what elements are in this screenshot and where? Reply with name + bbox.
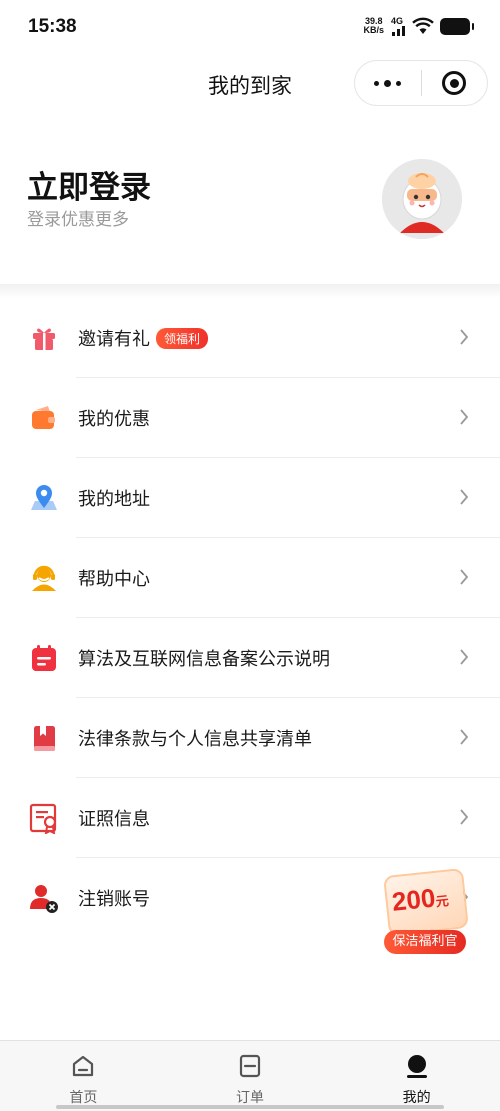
status-time: 15:38	[28, 16, 77, 37]
tab-home[interactable]: 首页	[0, 1041, 167, 1111]
home-indicator	[56, 1105, 167, 1109]
coupon-amount-value: 200	[390, 882, 437, 917]
menu-item-legal-terms[interactable]: 法律条款与个人信息共享清单	[0, 698, 500, 778]
wifi-icon	[412, 17, 434, 34]
coupon-amount: 200元	[391, 881, 450, 918]
coupon-tag: 保洁福利官	[384, 930, 466, 954]
menu-item-label: 法律条款与个人信息共享清单	[78, 729, 312, 750]
chevron-right-icon	[460, 569, 469, 585]
home-icon	[73, 1055, 94, 1077]
more-dots-icon[interactable]	[355, 61, 421, 105]
support-agent-icon	[32, 565, 56, 591]
avatar[interactable]	[382, 159, 462, 239]
gift-icon	[33, 328, 55, 350]
battery-icon	[440, 17, 474, 35]
user-remove-icon	[30, 885, 58, 913]
menu-item-label: 我的优惠	[78, 409, 150, 430]
menu-item-invite[interactable]: 邀请有礼 领福利	[0, 298, 500, 378]
network-speed-unit: KB/s	[363, 25, 384, 35]
menu-item-help-center[interactable]: 帮助中心	[0, 538, 500, 618]
chevron-right-icon	[460, 409, 469, 425]
menu-list: 邀请有礼 领福利 我的优惠 我的地址 帮助中心 算法及互联网信息备案公示说明 法…	[0, 298, 500, 938]
network-speed: 39.8 KB/s	[363, 17, 384, 35]
tab-label: 我的	[402, 1090, 431, 1106]
menu-item-coupons[interactable]: 我的优惠	[0, 378, 500, 458]
book-icon	[34, 726, 55, 751]
welfare-badge: 领福利	[156, 328, 209, 349]
menu-item-address[interactable]: 我的地址	[0, 458, 500, 538]
menu-item-label: 邀请有礼 领福利	[78, 325, 209, 351]
target-icon[interactable]	[422, 61, 488, 105]
chevron-right-icon	[460, 329, 469, 345]
menu-item-label: 算法及互联网信息备案公示说明	[78, 649, 330, 670]
navigation-header: 我的到家	[0, 56, 500, 112]
mini-program-capsule	[354, 60, 488, 106]
menu-item-algorithm-filing[interactable]: 算法及互联网信息备案公示说明	[0, 618, 500, 698]
tab-label: 订单	[236, 1090, 264, 1106]
chevron-right-icon	[460, 489, 469, 505]
profile-icon	[406, 1055, 427, 1078]
chevron-right-icon	[460, 809, 469, 825]
chevron-right-icon	[460, 649, 469, 665]
order-icon	[239, 1054, 261, 1078]
mascot-avatar-icon	[382, 159, 462, 239]
menu-item-label: 我的地址	[78, 489, 150, 510]
home-indicator	[333, 1105, 445, 1109]
section-separator	[0, 284, 500, 298]
page: 15:38 39.8 KB/s 4G 我的到家 立即登录 登录优惠更多 邀请有礼…	[0, 0, 500, 1111]
bottom-tab-bar: 首页 订单 我的	[0, 1040, 500, 1111]
menu-item-label: 注销账号	[78, 889, 150, 910]
status-bar: 15:38 39.8 KB/s 4G	[0, 0, 500, 56]
menu-item-text: 邀请有礼	[78, 329, 150, 350]
location-icon	[31, 485, 57, 510]
menu-item-label: 证照信息	[78, 809, 150, 830]
coupon-amount-unit: 元	[434, 893, 450, 910]
tab-label: 首页	[69, 1090, 98, 1106]
network-type: 4G	[391, 16, 404, 26]
login-button[interactable]: 立即登录	[27, 162, 151, 207]
menu-item-license-info[interactable]: 证照信息	[0, 778, 500, 858]
menu-item-label: 帮助中心	[78, 569, 150, 590]
cellular-signal-icon: 4G	[390, 16, 406, 36]
tab-orders[interactable]: 订单	[166, 1041, 334, 1111]
chevron-right-icon	[460, 729, 469, 745]
calendar-icon	[32, 645, 56, 671]
wallet-icon	[32, 406, 55, 429]
profile-section: 立即登录 登录优惠更多	[0, 112, 500, 284]
tab-profile[interactable]: 我的	[333, 1041, 500, 1111]
home-indicator	[166, 1105, 334, 1109]
certificate-icon	[29, 803, 57, 834]
status-indicators: 39.8 KB/s 4G	[363, 16, 474, 36]
login-subtitle: 登录优惠更多	[27, 210, 129, 230]
floating-coupon-promo[interactable]: 200元 保洁福利官	[380, 867, 470, 960]
